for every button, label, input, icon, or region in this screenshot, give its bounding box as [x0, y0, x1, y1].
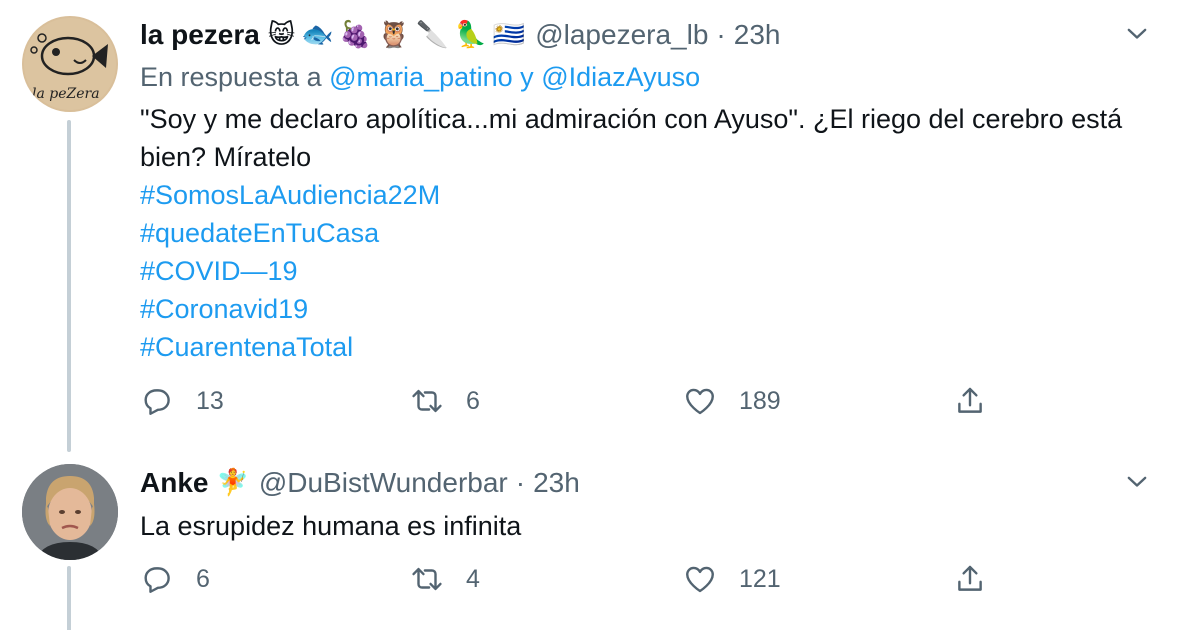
- retweet-count: 6: [466, 386, 480, 415]
- display-name[interactable]: la pezera: [140, 16, 260, 54]
- timestamp[interactable]: 23h: [734, 16, 781, 54]
- mention-link[interactable]: @IdiazAyuso: [541, 62, 700, 92]
- grinning-cat-emoji: 😸: [267, 20, 295, 50]
- tweet-actions: 6 4 121: [140, 562, 1150, 602]
- like-button[interactable]: 121: [683, 562, 781, 596]
- like-icon: [686, 566, 714, 593]
- tweet-2[interactable]: Anke 🧚 @DuBistWunderbar · 23h La esrupid…: [0, 448, 1199, 630]
- retweet-icon: [412, 567, 442, 591]
- tweet-body: "Soy y me declaro apolítica...mi admirac…: [140, 104, 1123, 172]
- fairy-emoji: 🧚: [216, 468, 249, 498]
- retweet-icon: [412, 389, 442, 413]
- separator-dot: ·: [515, 467, 526, 498]
- like-count: 189: [739, 386, 781, 415]
- parrot-emoji: 🦜: [454, 20, 487, 50]
- tweet-text: La esrupidez humana es infinita: [140, 507, 1150, 545]
- share-button[interactable]: [953, 562, 987, 596]
- user-handle[interactable]: @lapezera_lb: [535, 16, 708, 54]
- display-name[interactable]: Anke: [140, 464, 208, 502]
- user-handle[interactable]: @DuBistWunderbar: [259, 464, 508, 502]
- name-emojis: 🧚: [216, 468, 248, 498]
- avatar[interactable]: la peZera: [22, 16, 118, 112]
- avatar[interactable]: [22, 464, 118, 560]
- mention-link[interactable]: @maria_patino: [329, 62, 513, 92]
- knife-emoji: 🔪: [416, 20, 449, 50]
- chevron-down-icon[interactable]: [1123, 20, 1151, 48]
- uruguay-flag-emoji: 🇺🇾: [492, 20, 526, 50]
- tweet-text: "Soy y me declaro apolítica...mi admirac…: [140, 100, 1150, 366]
- reply-icon: [144, 389, 170, 415]
- avatar-image: [22, 464, 118, 560]
- reply-button[interactable]: 6: [140, 562, 210, 596]
- avatar-image: la peZera: [22, 16, 118, 112]
- like-button[interactable]: 189: [683, 384, 781, 418]
- reply-context: En respuesta a @maria_patino y @IdiazAyu…: [140, 59, 700, 95]
- chevron-down-icon[interactable]: [1123, 468, 1151, 496]
- hashtag-link[interactable]: #CuarentenaTotal: [140, 328, 1150, 366]
- tweet-1[interactable]: la peZera la pezera 😸 🐟 🍇 🦉 🔪 🦜 🇺🇾 @lape…: [0, 0, 1199, 452]
- owl-emoji: 🦉: [377, 20, 411, 50]
- reply-button[interactable]: 13: [140, 384, 224, 418]
- like-count: 121: [739, 564, 781, 593]
- thread-line: [67, 566, 71, 630]
- fish-emoji: 🐟: [300, 20, 334, 50]
- reply-prefix: En respuesta a: [140, 62, 322, 92]
- tweet-actions: 13 6 189: [140, 384, 1150, 424]
- share-icon: [958, 565, 982, 591]
- thread-line: [67, 120, 71, 452]
- hashtag-link[interactable]: #quedateEnTuCasa: [140, 214, 1150, 252]
- reply-count: 6: [196, 564, 210, 593]
- reply-icon: [144, 567, 170, 593]
- share-icon: [958, 387, 982, 413]
- retweet-count: 4: [466, 564, 480, 593]
- grapes-emoji: 🍇: [339, 20, 372, 50]
- name-emojis: 😸 🐟 🍇 🦉 🔪 🦜 🇺🇾: [268, 20, 525, 50]
- reply-count: 13: [196, 386, 224, 415]
- tweet-header: Anke 🧚 @DuBistWunderbar · 23h: [140, 464, 580, 502]
- hashtag-link[interactable]: #SomosLaAudiencia22M: [140, 176, 1150, 214]
- share-button[interactable]: [953, 384, 987, 418]
- tweet-body: La esrupidez humana es infinita: [140, 511, 522, 541]
- avatar-logo-text: la peZera: [32, 86, 100, 102]
- reply-joiner: y: [520, 62, 534, 92]
- like-icon: [686, 388, 714, 415]
- retweet-button[interactable]: 6: [410, 384, 480, 418]
- retweet-button[interactable]: 4: [410, 562, 480, 596]
- hashtag-link[interactable]: #Coronavid19: [140, 290, 1150, 328]
- hashtag-link[interactable]: #COVID—19: [140, 252, 1150, 290]
- separator-dot: ·: [716, 19, 726, 50]
- timestamp[interactable]: 23h: [533, 464, 580, 502]
- tweet-header: la pezera 😸 🐟 🍇 🦉 🔪 🦜 🇺🇾 @lapezera_lb · …: [140, 16, 780, 54]
